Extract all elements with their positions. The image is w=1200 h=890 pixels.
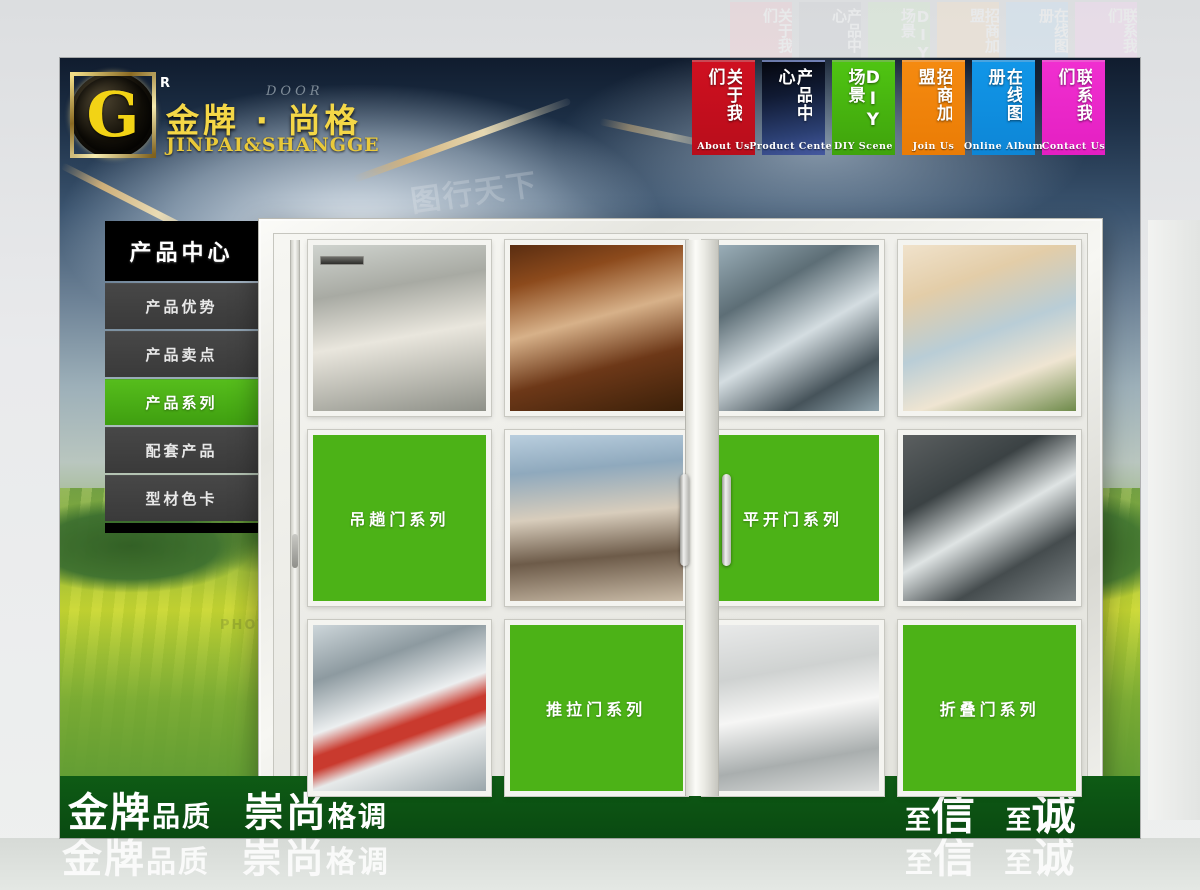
nav-item-about-us[interactable]: 关于我们 About Us: [692, 60, 755, 155]
nav-item-online-album[interactable]: 在线图册 Online Album: [964, 60, 1043, 155]
site-logo[interactable]: G R DOOR 金牌 · 尚格 JINPAI&SHANGGE: [66, 66, 406, 166]
sidebar-item-product-series[interactable]: 产品系列: [105, 379, 258, 425]
main-navigation: 关于我们 About Us 产品中心 Product Center DIY场景 …: [692, 60, 1105, 155]
ghost-nav-item: 联系我们: [1075, 2, 1137, 66]
photo-fill: [509, 435, 683, 601]
slogan-left-part1: 金牌: [68, 790, 152, 836]
photo-fill: [313, 625, 486, 791]
grid-photo-rooftop-terrace[interactable]: [504, 430, 688, 606]
grid-photo-sunroom-lounge[interactable]: [308, 240, 491, 416]
slogan-right-part2: 信: [931, 789, 976, 838]
grid-photo-curtain-living-room[interactable]: [898, 240, 1081, 416]
nav-label-cn: 产品中心: [775, 68, 812, 122]
ghost-nav-item: 在线图册: [1006, 2, 1068, 66]
nav-label-cn: DIY场景: [845, 68, 882, 131]
grid-photo-wooden-door[interactable]: [504, 240, 688, 416]
slogan-left-part2: 品质: [152, 800, 213, 833]
nav-label-en: DIY Scene: [834, 141, 893, 152]
nav-label-cn: 在线图册: [985, 68, 1022, 122]
photo-fill: [903, 245, 1076, 411]
sidebar-item-product-advantages[interactable]: 产品优势: [105, 283, 258, 329]
sidebar-menu: 产品中心 产品优势 产品卖点 产品系列 配套产品 型材色卡: [105, 221, 258, 533]
nav-item-contact-us[interactable]: 联系我们 Contact Us: [1042, 60, 1105, 155]
nav-item-join-us[interactable]: 招商加盟 Join Us: [902, 60, 965, 155]
ghost-nav-item: 招商加盟: [937, 2, 999, 66]
slogan-left-part4: 格调: [327, 800, 388, 833]
photo-fill: [706, 245, 880, 411]
ghost-banner-text-right: 至信 至诚: [905, 838, 1075, 882]
logo-name-en: JINPAI&SHANGGE: [166, 134, 380, 156]
photo-fill: [509, 245, 683, 411]
ghost-nav-item: 产品中心: [799, 2, 861, 66]
grid-tile-hanging-sliding-door-series[interactable]: 吊趟门系列: [308, 430, 491, 606]
photo-fill: [706, 625, 880, 791]
ghost-banner-text: 金牌品质 崇尚格调: [62, 838, 390, 882]
door-handle-right-icon[interactable]: [722, 474, 731, 566]
nav-label-cn: 联系我们: [1055, 68, 1092, 122]
grid-tile-folding-door-series[interactable]: 折叠门系列: [898, 620, 1081, 796]
ghost-topnav: 关于我们 产品中心 DIY场景 招商加盟 在线图册 联系我们: [730, 2, 1137, 66]
door-handle-left-icon[interactable]: [680, 474, 689, 566]
slogan-left-part3: 崇尚: [243, 790, 328, 836]
logo-letter: G: [86, 78, 140, 151]
slogan-right-part3: 至: [1005, 806, 1032, 836]
door-inner-panel: 吊趟门系列 平开门系列 推拉门系列 折叠门系列: [273, 233, 1088, 803]
sidebar-item-selling-points[interactable]: 产品卖点: [105, 331, 258, 377]
sidebar-title: 产品中心: [105, 221, 258, 281]
grid-tile-label: 吊趟门系列: [349, 510, 450, 529]
logo-badge-icon: G: [70, 72, 156, 158]
grid-photo-grey-frame-corner[interactable]: [898, 430, 1081, 606]
sliding-door-frame: 吊趟门系列 平开门系列 推拉门系列 折叠门系列: [258, 218, 1103, 818]
nav-label-en: Contact Us: [1041, 141, 1106, 152]
slogan-right-part1: 至: [905, 806, 932, 836]
slogan-right-part4: 诚: [1031, 789, 1076, 838]
grid-tile-label: 推拉门系列: [546, 700, 647, 719]
nav-label-en: Product Center: [749, 141, 838, 152]
grid-photo-balcony-red-chair[interactable]: [308, 620, 491, 796]
nav-item-product-center[interactable]: 产品中心 Product Center: [749, 60, 837, 155]
sidebar-footer-bar: [105, 523, 258, 533]
grid-tile-label: 折叠门系列: [939, 700, 1040, 719]
nav-label-en: About Us: [697, 141, 750, 152]
ghost-nav-item: DIY场景: [868, 2, 930, 66]
nav-label-en: Online Album: [963, 141, 1044, 152]
nav-label-cn: 招商加盟: [915, 68, 952, 122]
grid-tile-sliding-door-series[interactable]: 推拉门系列: [504, 620, 688, 796]
ghost-nav-item: 关于我们: [730, 2, 792, 66]
door-stile-left: [290, 240, 300, 796]
nav-label-cn: 关于我们: [705, 68, 742, 122]
sidebar-item-matching-products[interactable]: 配套产品: [105, 427, 258, 473]
ghost-bottom-banner: 金牌品质 崇尚格调 至信 至诚: [0, 838, 1200, 890]
grid-tile-label: 平开门系列: [742, 510, 843, 529]
grid-photo-aluminium-window[interactable]: [701, 240, 885, 416]
door-latch-icon: [320, 256, 364, 265]
photo-fill: [313, 245, 486, 411]
registered-trademark-mark: R: [160, 76, 171, 91]
ghost-right-edge: [1148, 220, 1200, 820]
nav-label-en: Join Us: [912, 141, 955, 152]
sash-lock-icon: [292, 534, 298, 568]
grid-photo-white-interior-doors[interactable]: [701, 620, 885, 796]
photo-fill: [903, 435, 1076, 601]
website-page: 图行天下 PHOTO.CN PHOTO.CN 图行天下 PHOTO.CN G R…: [60, 58, 1140, 838]
sidebar-item-profile-color-card[interactable]: 型材色卡: [105, 475, 258, 521]
door-center-mullion: [685, 240, 719, 796]
nav-item-diy-scene[interactable]: DIY场景 DIY Scene: [832, 60, 895, 155]
